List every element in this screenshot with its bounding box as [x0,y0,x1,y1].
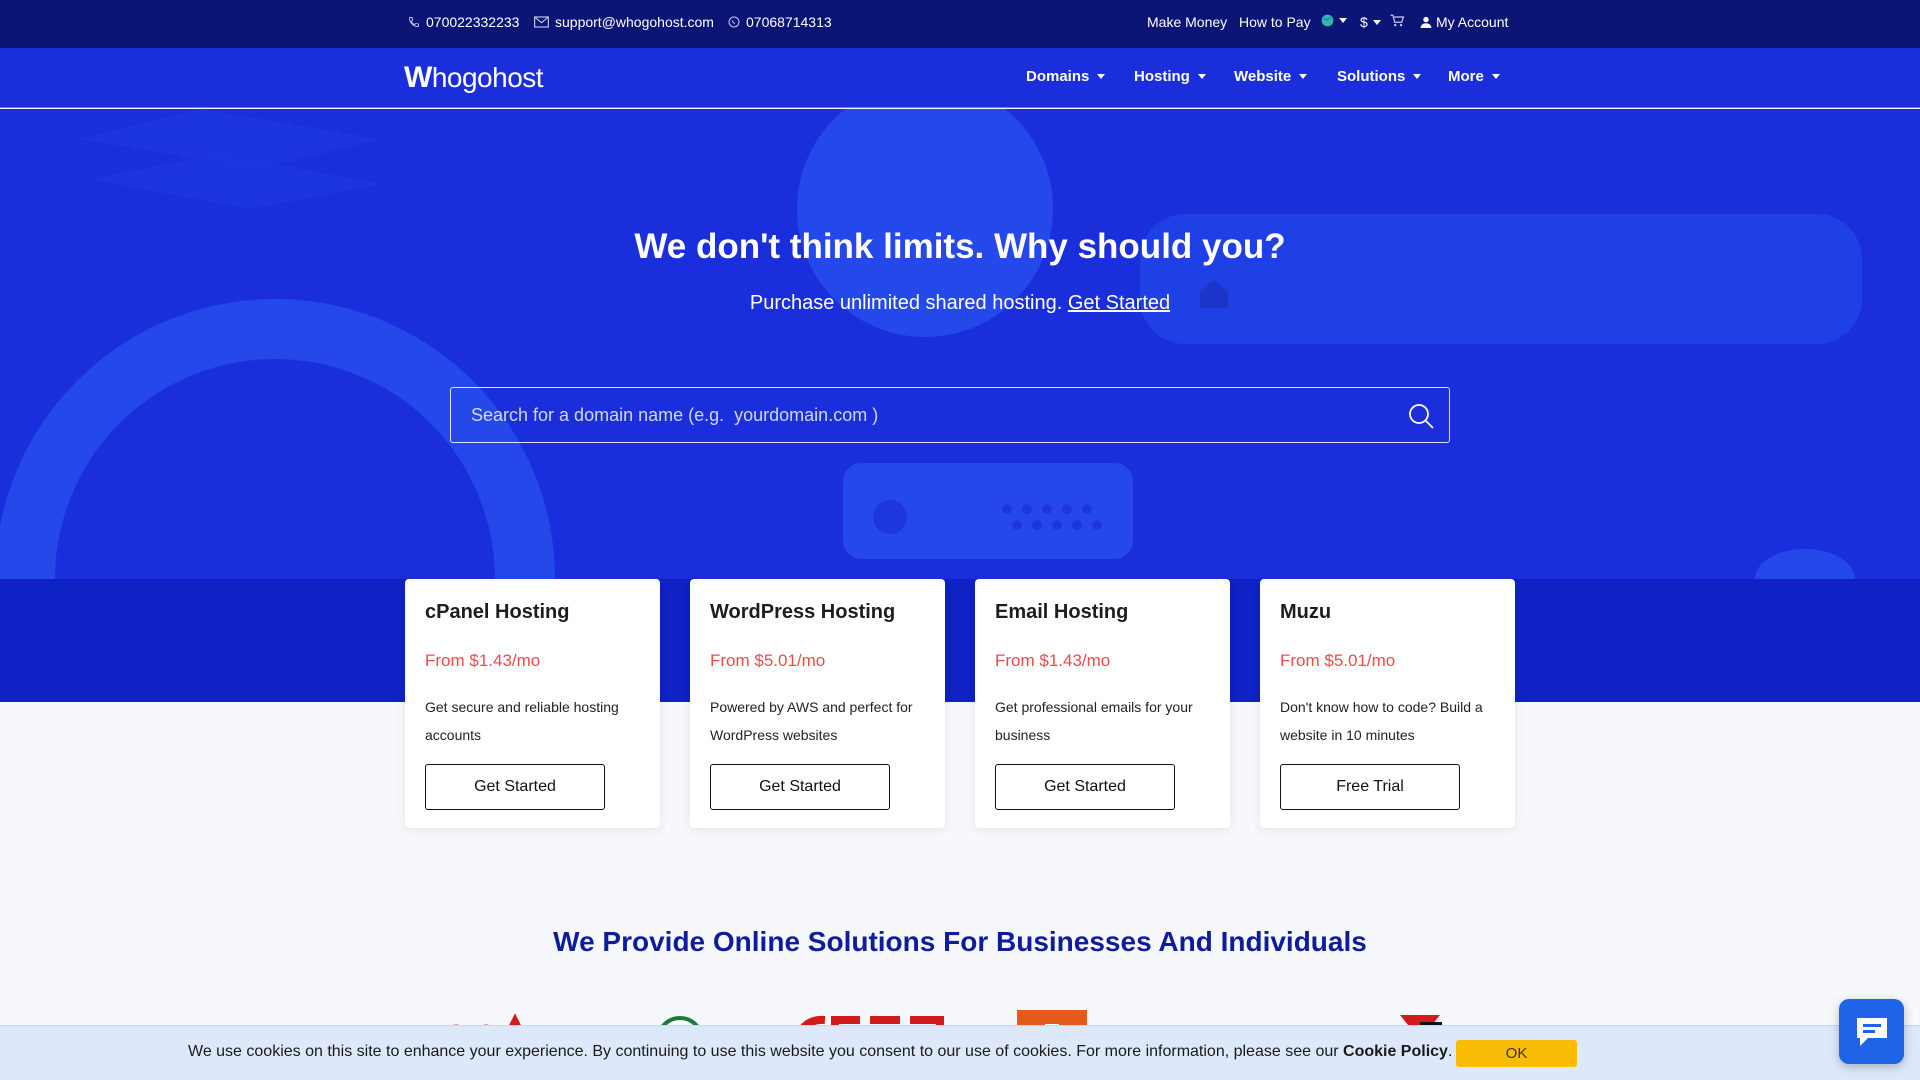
product-card: Email Hosting From $1.43/mo Get professi… [975,579,1230,828]
nav-solutions[interactable]: Solutions [1337,68,1422,85]
chevron-down-icon [1197,74,1206,79]
card-price: From $1.43/mo [425,651,541,670]
cookie-policy-link[interactable]: Cookie Policy [1343,1043,1448,1060]
logo-text: hogohost [431,62,544,93]
chevron-down-icon [1097,74,1106,79]
hero-bottom-band [0,579,1920,702]
cookie-message-text: We use cookies on this site to enhance y… [188,1043,1339,1060]
logo[interactable]: W hogohost [404,58,544,98]
card-cta-button[interactable]: Get Started [710,764,890,810]
how-to-pay-link[interactable]: How to Pay [1239,14,1311,30]
product-card: cPanel Hosting From $1.43/mo Get secure … [405,579,660,828]
currency-selector[interactable]: $ [1360,14,1381,30]
nav-solutions-label: Solutions [1337,68,1406,85]
hero-get-started-link[interactable]: Get Started [1068,292,1170,314]
nav-more-label: More [1448,68,1484,85]
card-price: From $1.43/mo [995,651,1111,670]
cookie-ok-button[interactable]: OK [1456,1040,1577,1067]
nav-website-label: Website [1234,68,1292,85]
how-to-pay-label: How to Pay [1239,14,1311,30]
nav-domains[interactable]: Domains [1026,68,1106,85]
card-description: Get professional emails for your busines… [995,699,1193,743]
cookie-consent-bar: We use cookies on this site to enhance y… [0,1025,1920,1080]
card-title: Email Hosting [995,601,1129,623]
phone-link[interactable]: 070022332233 [408,11,519,33]
whatsapp-link[interactable]: 07068714313 [728,11,832,33]
my-account-label: My Account [1436,14,1509,30]
chevron-down-icon [1372,19,1381,25]
hero-subtitle: Purchase unlimited shared hosting. Get S… [0,292,1920,315]
cookie-message: We use cookies on this site to enhance y… [188,1043,1453,1060]
cart-button[interactable] [1390,14,1404,27]
globe-icon [1321,14,1334,27]
make-money-link[interactable]: Make Money [1147,14,1227,30]
language-selector[interactable] [1321,14,1347,27]
card-cta-button[interactable]: Get Started [995,764,1175,810]
phone-icon [409,17,419,27]
hero-section: We don't think limits. Why should you? P… [0,109,1920,579]
card-title: cPanel Hosting [425,601,570,623]
nav-domains-label: Domains [1026,68,1090,85]
card-description: Get secure and reliable hosting accounts [425,699,619,743]
solutions-heading: We Provide Online Solutions For Business… [553,926,1367,957]
card-title: Muzu [1280,601,1332,623]
card-description: Don't know how to code? Build a website … [1280,699,1483,743]
whatsapp-number: 07068714313 [746,14,832,30]
email-address: support@whogohost.com [555,14,714,30]
domain-search-input[interactable] [451,404,1371,426]
user-icon [1420,16,1432,28]
card-price: From $5.01/mo [1280,651,1396,670]
card-description: Powered by AWS and perfect for WordPress… [710,699,913,743]
logo-mark: W [404,61,432,94]
chevron-down-icon [1339,18,1347,23]
domain-search [450,387,1450,443]
envelope-icon [534,16,549,28]
top-bar: 070022332233 support@whogohost.com 07068… [0,0,1920,48]
card-title: WordPress Hosting [710,601,896,623]
whatsapp-icon [728,16,740,28]
nav-more[interactable]: More [1448,68,1500,85]
main-navigation: W hogohost Domains Hosting Website Solut… [0,48,1920,108]
nav-hosting-label: Hosting [1134,68,1190,85]
phone-number: 070022332233 [426,14,520,30]
chevron-down-icon [1413,74,1422,79]
hero-subtitle-text: Purchase unlimited shared hosting. [749,292,1063,314]
currency-label: $ [1360,14,1368,30]
chat-icon [1856,1017,1887,1046]
card-cta-button[interactable]: Get Started [425,764,605,810]
chat-widget-button[interactable] [1839,999,1904,1064]
nav-website[interactable]: Website [1234,68,1308,85]
card-cta-button[interactable]: Free Trial [1280,764,1460,810]
email-link[interactable]: support@whogohost.com [534,11,714,33]
nav-hosting[interactable]: Hosting [1134,68,1206,85]
chevron-down-icon [1491,74,1500,79]
product-card: WordPress Hosting From $5.01/mo Powered … [690,579,945,828]
cart-icon [1390,14,1404,27]
my-account-link[interactable]: My Account [1420,14,1508,30]
card-price: From $5.01/mo [710,651,826,670]
product-card: Muzu From $5.01/mo Don't know how to cod… [1260,579,1515,828]
hero-title: We don't think limits. Why should you? [634,227,1286,266]
chevron-down-icon [1299,74,1308,79]
hero-background-shapes [0,109,1862,579]
make-money-label: Make Money [1147,14,1228,30]
search-icon[interactable] [1407,402,1435,430]
